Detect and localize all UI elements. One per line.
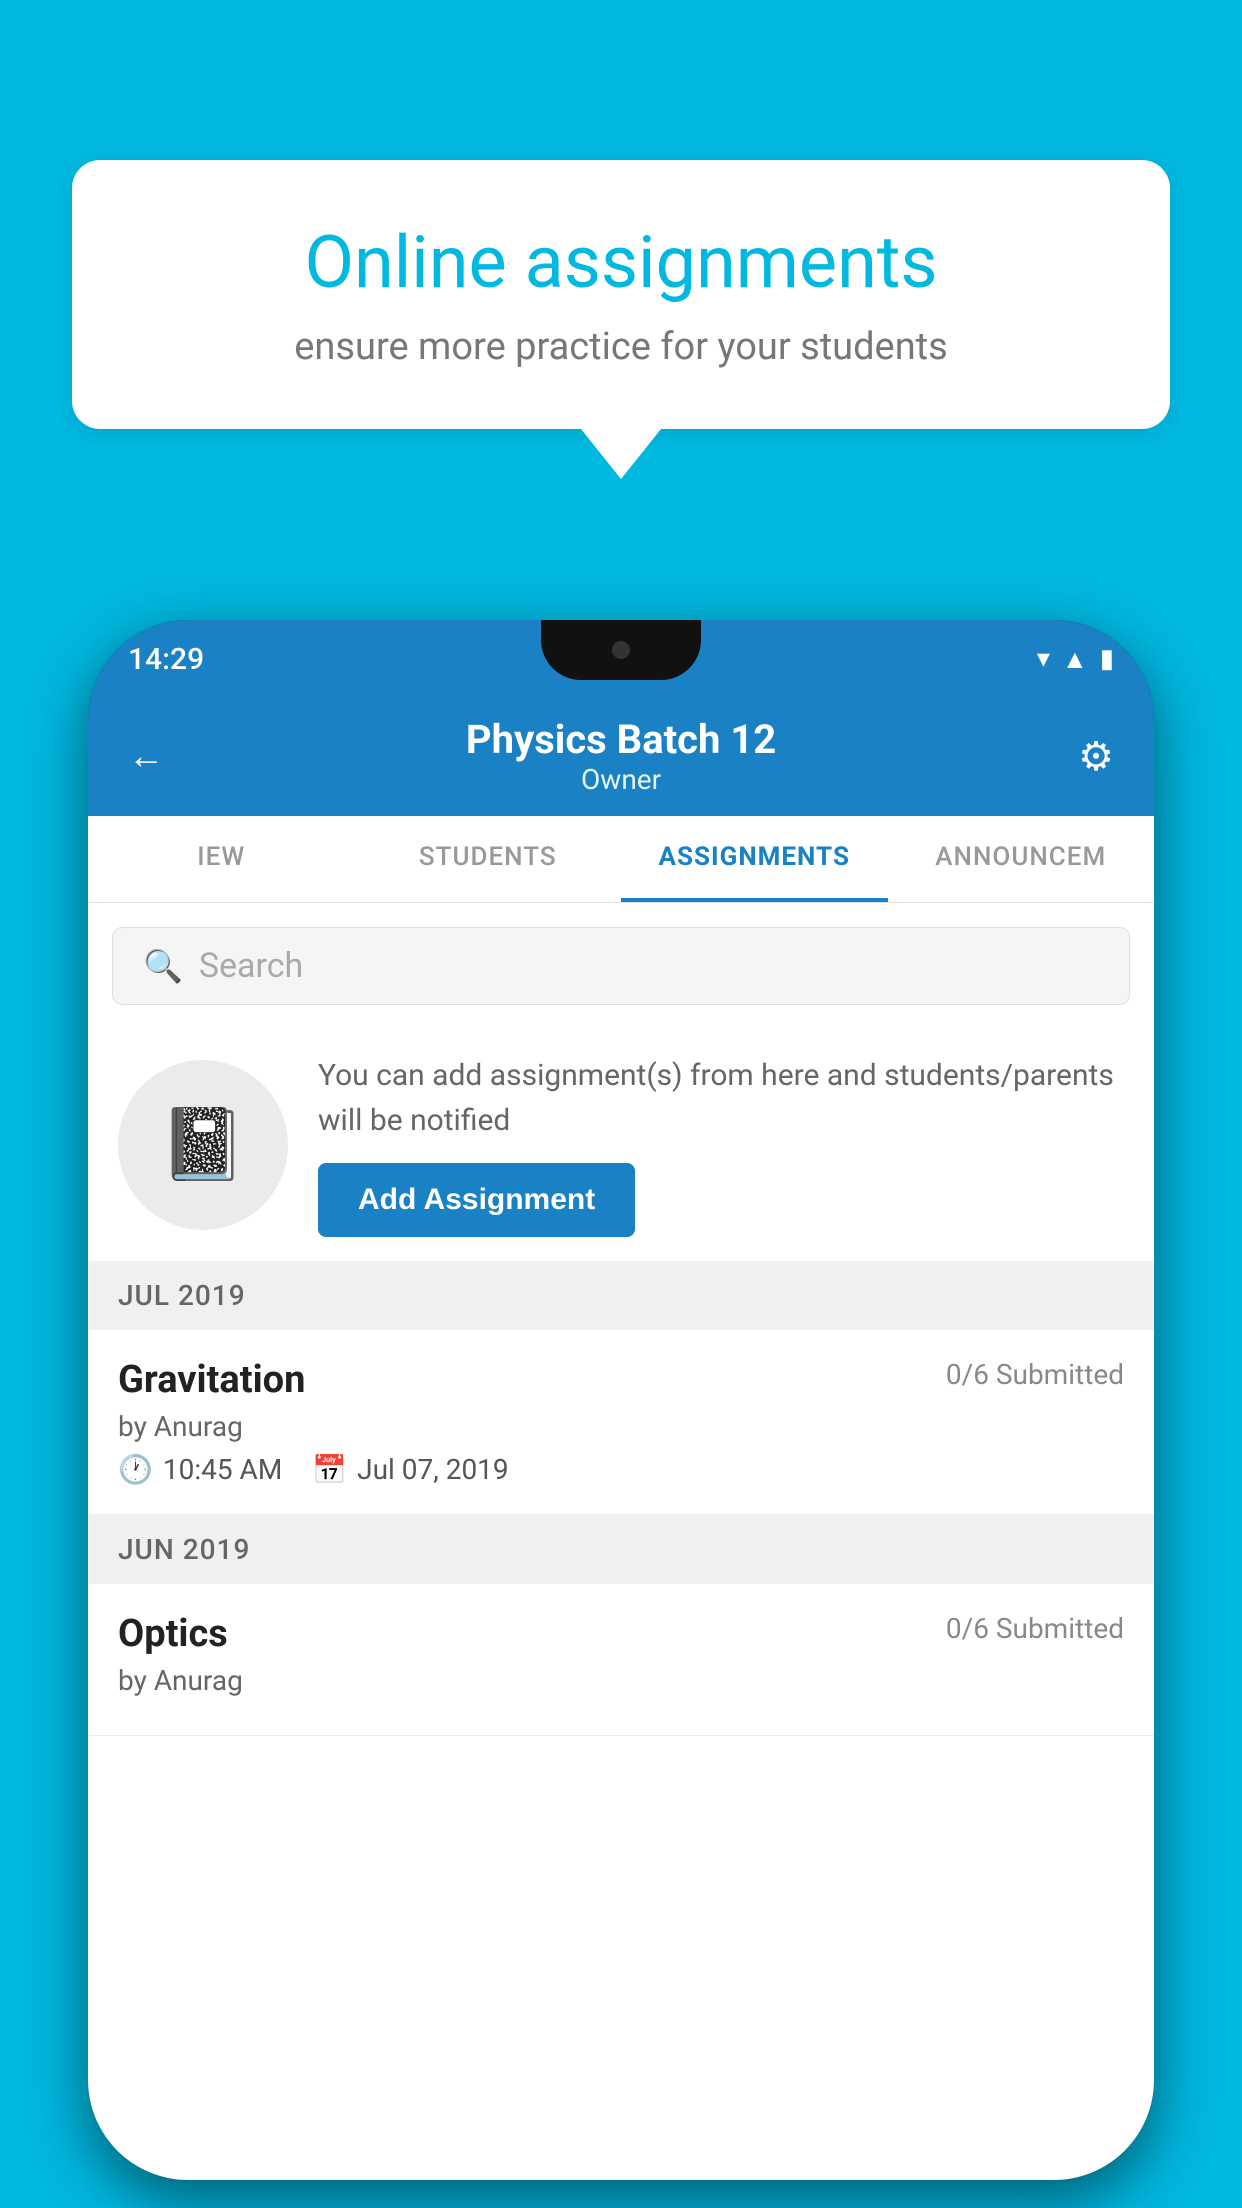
back-button[interactable]: ←: [128, 735, 164, 777]
settings-icon[interactable]: ⚙: [1078, 733, 1114, 780]
assignment-meta-gravitation: 🕐 10:45 AM 📅 Jul 07, 2019: [118, 1453, 1124, 1486]
tab-announcements[interactable]: ANNOUNCEM: [888, 816, 1155, 902]
wifi-icon: ▾: [1037, 644, 1050, 674]
assignment-item-gravitation[interactable]: Gravitation 0/6 Submitted by Anurag 🕐 10…: [88, 1330, 1154, 1515]
assignment-title-optics: Optics: [118, 1612, 228, 1656]
camera: [612, 641, 630, 659]
assignment-title-gravitation: Gravitation: [118, 1358, 305, 1402]
status-icons: ▾ ▲ ▮: [1037, 644, 1114, 675]
search-placeholder: Search: [199, 946, 303, 986]
notch: [541, 620, 701, 680]
info-card: 📓 You can add assignment(s) from here an…: [88, 1029, 1154, 1261]
assignment-status-optics: 0/6 Submitted: [946, 1612, 1124, 1645]
notebook-icon: 📓: [159, 1104, 246, 1186]
header-title-wrap: Physics Batch 12 Owner: [164, 716, 1078, 796]
app-header: ← Physics Batch 12 Owner ⚙: [88, 698, 1154, 816]
header-subtitle: Owner: [164, 763, 1078, 796]
content-area: 🔍 Search 📓 You can add assignment(s) fro…: [88, 903, 1154, 2180]
section-header-jul: JUL 2019: [88, 1261, 1154, 1330]
assignment-status-gravitation: 0/6 Submitted: [946, 1358, 1124, 1391]
header-title: Physics Batch 12: [164, 716, 1078, 763]
status-time: 14:29: [128, 642, 204, 677]
assignment-date-gravitation: 📅 Jul 07, 2019: [312, 1453, 508, 1486]
tabs-bar: IEW STUDENTS ASSIGNMENTS ANNOUNCEM: [88, 816, 1154, 903]
tab-iew[interactable]: IEW: [88, 816, 355, 902]
speech-bubble-arrow: [581, 429, 661, 479]
info-text-wrap: You can add assignment(s) from here and …: [318, 1053, 1124, 1237]
assignment-time-gravitation: 🕐 10:45 AM: [118, 1453, 282, 1486]
clock-icon: 🕐: [118, 1453, 153, 1486]
assignment-top-row-optics: Optics 0/6 Submitted: [118, 1612, 1124, 1656]
bubble-subtitle: ensure more practice for your students: [152, 325, 1090, 369]
tab-students[interactable]: STUDENTS: [355, 816, 622, 902]
notebook-icon-wrap: 📓: [118, 1060, 288, 1230]
status-bar: 14:29 ▾ ▲ ▮: [88, 620, 1154, 698]
bubble-title: Online assignments: [152, 220, 1090, 305]
promo-section: Online assignments ensure more practice …: [72, 160, 1170, 479]
tab-assignments[interactable]: ASSIGNMENTS: [621, 816, 888, 902]
signal-icon: ▲: [1062, 644, 1088, 675]
assignment-item-optics[interactable]: Optics 0/6 Submitted by Anurag: [88, 1584, 1154, 1736]
assignment-author-gravitation: by Anurag: [118, 1410, 1124, 1443]
assignment-author-optics: by Anurag: [118, 1664, 1124, 1697]
speech-bubble: Online assignments ensure more practice …: [72, 160, 1170, 429]
info-description: You can add assignment(s) from here and …: [318, 1053, 1124, 1143]
assignment-top-row: Gravitation 0/6 Submitted: [118, 1358, 1124, 1402]
battery-icon: ▮: [1100, 644, 1114, 674]
search-icon: 🔍: [143, 947, 183, 985]
section-header-jun: JUN 2019: [88, 1515, 1154, 1584]
add-assignment-button[interactable]: Add Assignment: [318, 1163, 635, 1237]
calendar-icon: 📅: [312, 1453, 347, 1486]
phone-frame: 14:29 ▾ ▲ ▮ ← Physics Batch 12 Owner ⚙ I…: [88, 620, 1154, 2180]
search-bar[interactable]: 🔍 Search: [112, 927, 1130, 1005]
